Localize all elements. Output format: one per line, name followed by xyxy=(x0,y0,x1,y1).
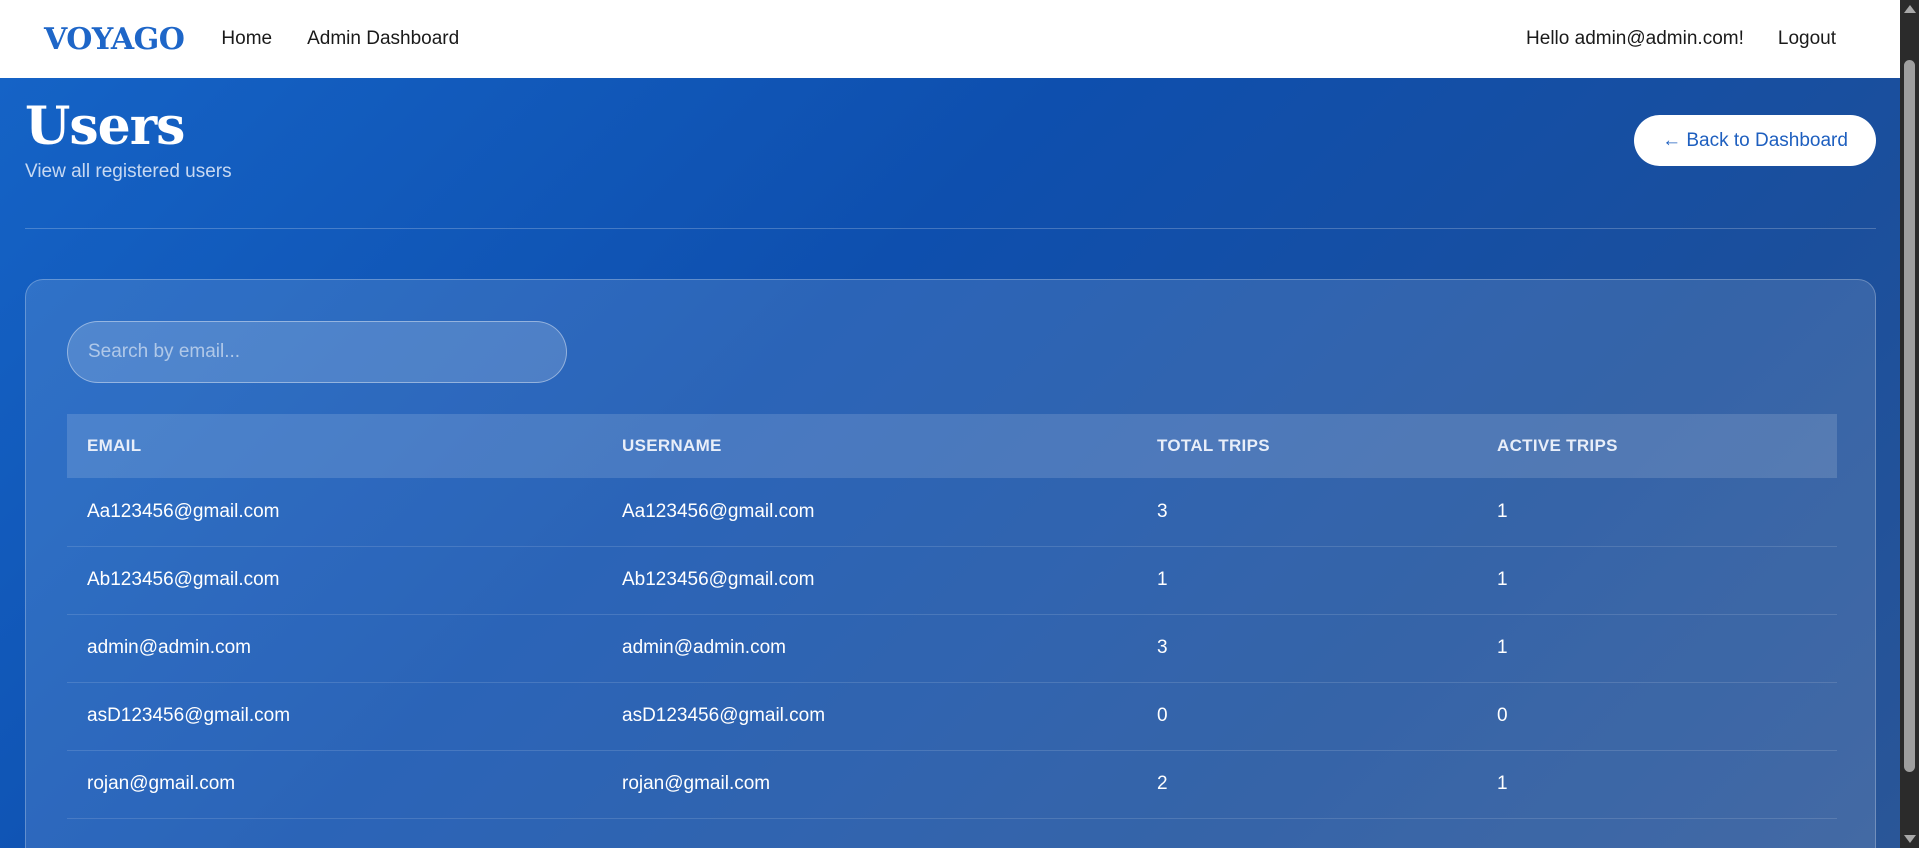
page-title: Users xyxy=(25,96,185,157)
cell-active-trips: 1 xyxy=(1477,614,1837,683)
vertical-scrollbar[interactable] xyxy=(1900,0,1919,848)
column-header-email: EMAIL xyxy=(67,414,602,478)
cell-total-trips: 3 xyxy=(1137,478,1477,547)
brand-logo[interactable]: VOYAGO xyxy=(44,22,185,57)
table-row[interactable]: Aa123456@gmail.com Aa123456@gmail.com 3 … xyxy=(67,478,1837,547)
table-row[interactable]: Ab123456@gmail.com Ab123456@gmail.com 1 … xyxy=(67,546,1837,615)
cell-total-trips: 2 xyxy=(1137,750,1477,819)
cell-username: Aa123456@gmail.com xyxy=(602,478,1137,547)
cell-username: Ab123456@gmail.com xyxy=(602,546,1137,615)
table-row[interactable]: rojan@gmail.com rojan@gmail.com 2 1 xyxy=(67,750,1837,819)
column-header-username: USERNAME xyxy=(602,414,1137,478)
scrollbar-thumb[interactable] xyxy=(1904,60,1915,772)
cell-email: admin@admin.com xyxy=(67,614,602,683)
top-navbar: VOYAGO Home Admin Dashboard Hello admin@… xyxy=(0,0,1900,78)
cell-email: asD123456@gmail.com xyxy=(67,682,602,751)
header-divider xyxy=(25,228,1876,229)
cell-active-trips: 1 xyxy=(1477,478,1837,547)
main-content: Users View all registered users ← Back t… xyxy=(0,78,1900,848)
column-header-active-trips: ACTIVE TRIPS xyxy=(1477,414,1837,478)
cell-active-trips: 1 xyxy=(1477,546,1837,615)
cell-email: Aa123456@gmail.com xyxy=(67,478,602,547)
cell-username: asD123456@gmail.com xyxy=(602,682,1137,751)
scroll-up-arrow-icon[interactable] xyxy=(1904,5,1916,13)
logout-link[interactable]: Logout xyxy=(1778,28,1836,50)
cell-username: rojan@gmail.com xyxy=(602,750,1137,819)
user-greeting: Hello admin@admin.com! xyxy=(1526,28,1744,49)
cell-active-trips: 1 xyxy=(1477,750,1837,819)
table-row[interactable]: admin@admin.com admin@admin.com 3 1 xyxy=(67,614,1837,683)
nav-right-group: Hello admin@admin.com! Logout xyxy=(1526,28,1856,50)
cell-email: rojan@gmail.com xyxy=(67,750,602,819)
column-header-total-trips: TOTAL TRIPS xyxy=(1137,414,1477,478)
table-header-row: EMAIL USERNAME TOTAL TRIPS ACTIVE TRIPS xyxy=(67,414,1837,478)
nav-link-admin-dashboard[interactable]: Admin Dashboard xyxy=(307,28,459,50)
nav-link-home[interactable]: Home xyxy=(221,28,272,50)
search-input[interactable] xyxy=(67,321,567,383)
scroll-down-arrow-icon[interactable] xyxy=(1904,835,1916,843)
cell-total-trips: 1 xyxy=(1137,546,1477,615)
cell-total-trips: 0 xyxy=(1137,682,1477,751)
cell-email: Ab123456@gmail.com xyxy=(67,546,602,615)
back-to-dashboard-button[interactable]: ← Back to Dashboard xyxy=(1634,115,1876,166)
cell-username: admin@admin.com xyxy=(602,614,1137,683)
users-card: EMAIL USERNAME TOTAL TRIPS ACTIVE TRIPS … xyxy=(25,279,1876,848)
cell-total-trips: 3 xyxy=(1137,614,1477,683)
cell-active-trips: 0 xyxy=(1477,682,1837,751)
page-subtitle: View all registered users xyxy=(25,161,232,182)
table-row[interactable]: asD123456@gmail.com asD123456@gmail.com … xyxy=(67,682,1837,751)
users-table: EMAIL USERNAME TOTAL TRIPS ACTIVE TRIPS … xyxy=(67,414,1837,819)
